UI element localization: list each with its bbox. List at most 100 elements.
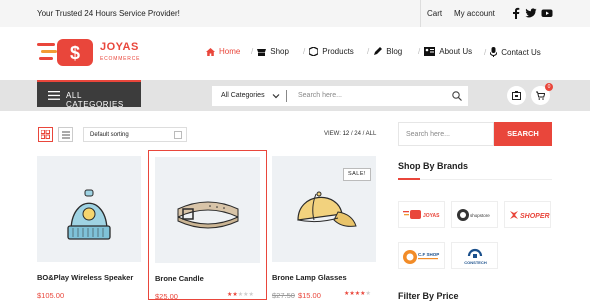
list-icon: [62, 131, 70, 139]
logo-name: JOYAS: [100, 41, 139, 53]
logo[interactable]: $ JOYAS ECOMMERCE: [37, 37, 167, 69]
list-view-button[interactable]: [58, 127, 73, 142]
nav-blog-label: Blog: [386, 47, 403, 56]
beanie-image: [67, 189, 111, 240]
svg-text:$: $: [70, 43, 80, 63]
view-per-page: VIEW: 12 / 24 / ALL: [324, 131, 376, 137]
nav-separator: /: [303, 47, 306, 56]
logo-mark-icon: $: [37, 39, 93, 66]
view-12-link[interactable]: 12: [343, 131, 350, 137]
sidebar-search-button[interactable]: SEARCH: [494, 122, 552, 146]
joyas-logo-icon: JOYAS: [403, 210, 440, 219]
divider: [420, 0, 421, 27]
svg-text:CONSTECH: CONSTECH: [464, 260, 487, 265]
svg-text:C.F SHOP: C.F SHOP: [418, 252, 439, 257]
brand-logo-shopstore[interactable]: shopstore: [451, 201, 498, 228]
nav-separator: /: [251, 47, 254, 56]
product-card[interactable]: Brone Candle $25.00 ★★★★★: [148, 150, 267, 301]
menu-icon: [48, 91, 60, 100]
brand-logo-constech[interactable]: CONSTECH: [451, 242, 498, 269]
divider: [286, 90, 287, 102]
compare-button[interactable]: [507, 86, 526, 105]
svg-text:JOYAS: JOYAS: [423, 213, 440, 219]
search-box: All Categories Search here...: [212, 86, 468, 106]
brand-logo-shoper[interactable]: SHOPER: [504, 201, 551, 228]
nav-about-label: About Us: [439, 47, 473, 56]
sort-box-icon: [174, 131, 182, 139]
logo-subtitle: ECOMMERCE: [100, 56, 141, 62]
product-image[interactable]: [155, 157, 260, 263]
cfshop-logo-icon: C.F SHOP: [403, 250, 439, 264]
products-icon: [309, 47, 319, 56]
svg-text:shopstore: shopstore: [470, 213, 490, 218]
nav-contact-label: Contact Us: [501, 47, 541, 57]
all-categories-label: ALL CATEGORIES: [66, 91, 124, 109]
constech-logo-icon: CONSTECH: [464, 248, 487, 265]
nav-separator: /: [484, 47, 487, 57]
old-price: $27.50: [272, 291, 295, 300]
sort-value: Default sorting: [90, 132, 129, 138]
search-icon[interactable]: [452, 91, 462, 101]
rating-stars: ★★★★★: [344, 291, 371, 297]
chevron-down-icon[interactable]: [272, 92, 280, 100]
accent-line: [37, 80, 141, 82]
nav-home-label: Home: [219, 47, 241, 56]
contact-icon: [490, 47, 498, 57]
nav-products-label: Products: [322, 47, 354, 56]
product-price: $105.00: [37, 291, 65, 300]
product-card[interactable]: BO&Play Wireless Speaker $105.00: [37, 150, 154, 300]
home-icon: [206, 47, 215, 56]
shopstore-logo-icon: shopstore: [457, 209, 490, 221]
sidebar-search-input[interactable]: Search here...: [398, 122, 494, 146]
cart-icon: [536, 91, 545, 100]
rating-stars: ★★★★★: [227, 292, 254, 298]
nav-shop-label: Shop: [270, 47, 289, 56]
belt-image: [177, 201, 239, 229]
top-bar: Your Trusted 24 Hours Service Provider! …: [0, 0, 590, 27]
category-select[interactable]: All Categories: [221, 92, 265, 99]
grid-icon: [41, 130, 50, 139]
grid-view-button[interactable]: [38, 127, 53, 142]
nav-products[interactable]: / Products: [303, 47, 354, 56]
product-card[interactable]: SALE! Brone Lamp Glasses $27.50 $15.00 ★★…: [272, 150, 389, 300]
nav-separator: /: [418, 47, 421, 56]
sale-badge: SALE!: [343, 168, 371, 181]
accent-line: [398, 178, 420, 180]
nav-contact[interactable]: / Contact Us: [484, 47, 541, 57]
view-other-links[interactable]: / 24 / ALL: [351, 131, 376, 137]
brand-logo-joyas[interactable]: JOYAS: [398, 201, 445, 228]
shoper-logo-icon: SHOPER: [510, 211, 550, 220]
tagline: Your Trusted 24 Hours Service Provider!: [37, 9, 180, 18]
product-title[interactable]: BO&Play Wireless Speaker: [37, 273, 133, 282]
youtube-icon[interactable]: [541, 7, 553, 19]
product-image[interactable]: SALE!: [272, 156, 376, 262]
blog-icon: [374, 47, 383, 55]
brand-logo-cfshop[interactable]: C.F SHOP: [398, 242, 445, 269]
shop-icon: [257, 48, 267, 56]
product-image[interactable]: [37, 156, 141, 262]
header: $ JOYAS ECOMMERCE Home / Shop / Products…: [0, 27, 590, 80]
sale-price: $15.00: [297, 291, 321, 300]
brands-heading: Shop By Brands: [398, 161, 469, 171]
my-account-link[interactable]: My account: [454, 9, 495, 18]
nav-shop[interactable]: / Shop: [251, 47, 289, 56]
compare-icon: [512, 91, 521, 100]
sort-select[interactable]: Default sorting: [83, 127, 187, 142]
all-categories-button[interactable]: ALL CATEGORIES: [37, 80, 141, 109]
sidebar-search-placeholder: Search here...: [406, 131, 450, 138]
twitter-icon[interactable]: [525, 7, 537, 19]
product-title[interactable]: Brone Lamp Glasses: [272, 273, 347, 282]
nav-blog[interactable]: / Blog: [367, 47, 402, 56]
product-title[interactable]: Brone Candle: [155, 274, 204, 283]
about-icon: [424, 47, 436, 56]
nav-about[interactable]: / About Us: [418, 47, 472, 56]
cart-count-badge: 0: [545, 83, 553, 91]
view-label: VIEW:: [324, 131, 341, 137]
cart-link[interactable]: Cart: [427, 9, 442, 18]
nav-home[interactable]: Home: [206, 47, 240, 56]
nav-separator: /: [367, 47, 370, 56]
heading-underline: [398, 178, 552, 180]
search-input[interactable]: Search here...: [298, 92, 342, 99]
product-price: $27.50 $15.00: [272, 291, 321, 300]
facebook-icon[interactable]: [510, 7, 522, 19]
